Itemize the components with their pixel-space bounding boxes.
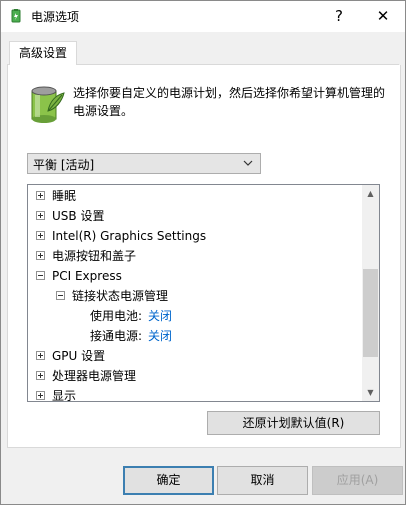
title-bar: 电源选项 ? ✕ <box>1 1 405 32</box>
scrollbar-thumb[interactable] <box>363 269 378 357</box>
power-settings-tree[interactable]: 睡眠 USB 设置 Intel(R) Graphics Settings 电源按… <box>27 184 380 402</box>
expand-icon[interactable] <box>36 391 45 400</box>
help-button[interactable]: ? <box>317 1 361 32</box>
expand-icon[interactable] <box>36 251 45 260</box>
plugged-in-value-link[interactable]: 关闭 <box>148 326 172 346</box>
close-button[interactable]: ✕ <box>361 1 405 32</box>
power-options-dialog: 电源选项 ? ✕ 高级设置 选择你要自定义的电源计划，然后选择你希望计算机管理的… <box>0 0 406 505</box>
scroll-up-arrow-icon[interactable]: ▲ <box>362 185 379 202</box>
collapse-icon[interactable] <box>36 271 45 280</box>
window-title: 电源选项 <box>31 10 80 24</box>
apply-button[interactable]: 应用(A) <box>312 466 403 495</box>
description-text: 选择你要自定义的电源计划，然后选择你希望计算机管理的电源设置。 <box>73 86 386 118</box>
expand-icon[interactable] <box>36 351 45 360</box>
expand-icon[interactable] <box>36 191 45 200</box>
power-plan-value: 平衡 [活动] <box>33 158 95 172</box>
cancel-button[interactable]: 取消 <box>217 466 308 495</box>
expand-icon[interactable] <box>36 211 45 220</box>
collapse-icon[interactable] <box>56 291 65 300</box>
battery-leaf-icon <box>31 86 65 123</box>
expand-icon[interactable] <box>36 231 45 240</box>
restore-plan-defaults-button[interactable]: 还原计划默认值(R) <box>207 411 380 435</box>
ok-button[interactable]: 确定 <box>123 466 214 495</box>
chevron-down-icon <box>243 160 253 166</box>
tree-scrollbar[interactable]: ▲ ▼ <box>362 185 379 401</box>
power-options-icon <box>11 9 21 23</box>
on-battery-value-link[interactable]: 关闭 <box>148 306 172 326</box>
power-plan-dropdown[interactable]: 平衡 [活动] <box>27 153 261 174</box>
scroll-down-arrow-icon[interactable]: ▼ <box>362 384 379 401</box>
tab-advanced-settings[interactable]: 高级设置 <box>9 41 77 66</box>
expand-icon[interactable] <box>36 371 45 380</box>
